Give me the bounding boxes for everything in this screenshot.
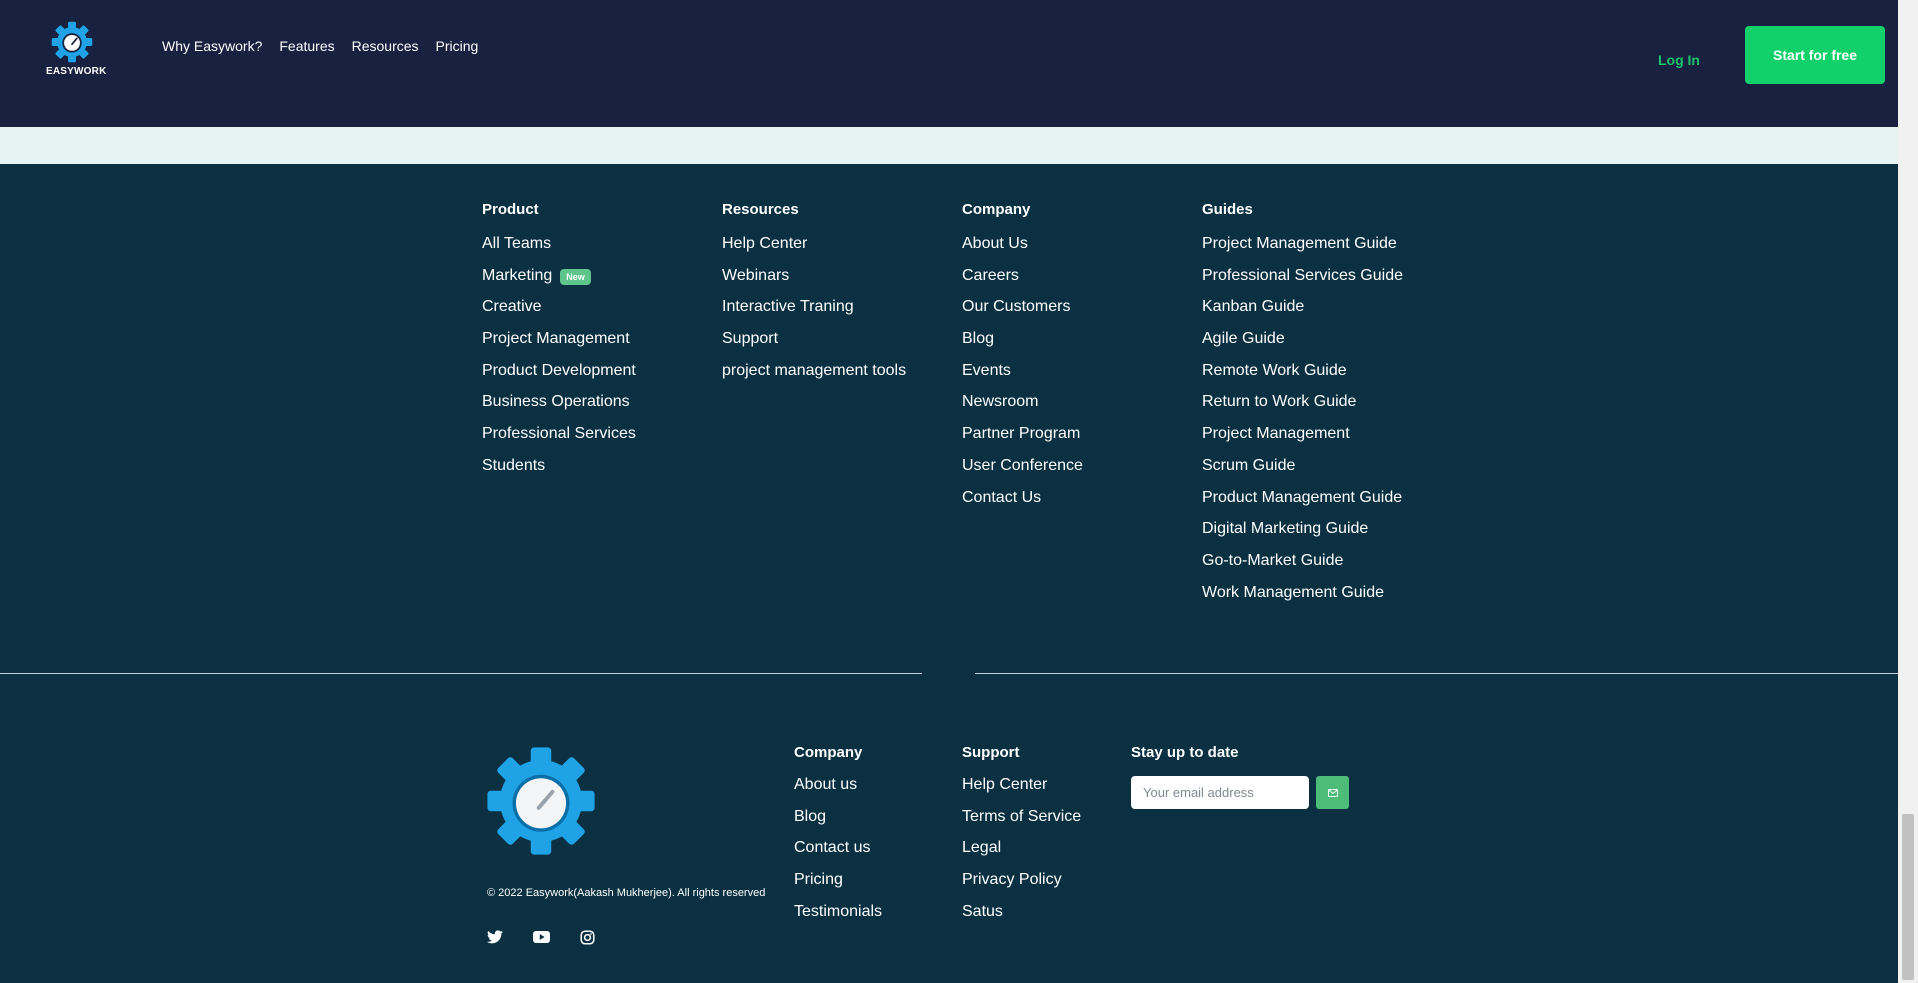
nav-link-why-easywork[interactable]: Why Easywork? (162, 38, 262, 54)
footer-link[interactable]: Privacy Policy (962, 870, 1081, 902)
footer-link[interactable]: Scrum Guide (1202, 456, 1403, 488)
footer-link[interactable]: Marketing New (482, 266, 636, 298)
start-for-free-button[interactable]: Start for free (1745, 26, 1885, 84)
column-heading: Company (794, 744, 863, 761)
footer-links: Product All Teams Marketing New Creative … (0, 164, 1898, 674)
footer-link[interactable]: Events (962, 361, 1083, 393)
footer-link[interactable]: Blog (794, 807, 882, 839)
footer-link[interactable]: Professional Services Guide (1202, 266, 1403, 298)
footer-link[interactable]: Pricing (794, 870, 882, 902)
brand-logo[interactable]: EASYWORK (46, 20, 107, 80)
footer-link[interactable]: User Conference (962, 456, 1083, 488)
footer-link[interactable]: All Teams (482, 234, 636, 266)
new-badge: New (560, 268, 591, 285)
footer-link[interactable]: Contact Us (962, 488, 1083, 520)
footer-column-resources: Resources Help Center Webinars Interacti… (722, 201, 906, 392)
footer-link[interactable]: Project Management Guide (1202, 234, 1403, 266)
instagram-icon[interactable] (578, 928, 596, 946)
footer-link[interactable]: About us (794, 775, 882, 807)
footer-link[interactable]: Work Management Guide (1202, 583, 1403, 615)
footer-link[interactable]: Support (722, 329, 906, 361)
newsletter-signup: Stay up to date (1131, 744, 1349, 809)
mail-icon (1327, 788, 1338, 797)
brand-name: EASYWORK (46, 66, 107, 77)
footer-link[interactable]: Careers (962, 266, 1083, 298)
newsletter-heading: Stay up to date (1131, 744, 1239, 761)
column-heading: Company (962, 201, 1031, 218)
footer-link[interactable]: Project Management (1202, 424, 1403, 456)
copyright-text: © 2022 Easywork(Aakash Mukherjee). All r… (487, 887, 766, 899)
social-links (486, 928, 596, 946)
youtube-icon[interactable] (532, 928, 550, 946)
footer-link[interactable]: Digital Marketing Guide (1202, 519, 1403, 551)
footer-link[interactable]: project management tools (722, 361, 906, 393)
footer-link[interactable]: Newsroom (962, 392, 1083, 424)
footer-link[interactable]: About Us (962, 234, 1083, 266)
footer-link[interactable]: Agile Guide (1202, 329, 1403, 361)
top-nav: EASYWORK Why Easywork? Features Resource… (0, 0, 1898, 127)
footer-link[interactable]: Product Management Guide (1202, 488, 1403, 520)
nav-link-features[interactable]: Features (279, 38, 334, 54)
light-band (0, 127, 1898, 164)
footer-link[interactable]: Help Center (722, 234, 906, 266)
page-scrollbar[interactable] (1898, 0, 1918, 983)
bottom-column-support: Support Help Center Terms of Service Leg… (962, 744, 1081, 933)
footer-link[interactable]: Return to Work Guide (1202, 392, 1403, 424)
nav-link-resources[interactable]: Resources (352, 38, 419, 54)
footer-link[interactable]: Students (482, 456, 636, 488)
column-heading: Support (962, 744, 1020, 761)
footer-link[interactable]: Go-to-Market Guide (1202, 551, 1403, 583)
footer-link[interactable]: Interactive Traning (722, 297, 906, 329)
footer-link[interactable]: Partner Program (962, 424, 1083, 456)
footer-link[interactable]: Professional Services (482, 424, 636, 456)
footer-link[interactable]: Blog (962, 329, 1083, 361)
footer-link[interactable]: Project Management (482, 329, 636, 361)
divider (975, 673, 1898, 674)
footer-column-product: Product All Teams Marketing New Creative … (482, 201, 636, 488)
footer-link[interactable]: Webinars (722, 266, 906, 298)
login-link[interactable]: Log In (1658, 52, 1700, 68)
twitter-icon[interactable] (486, 928, 504, 946)
footer-link[interactable]: Satus (962, 902, 1081, 934)
footer-link[interactable]: Business Operations (482, 392, 636, 424)
footer-link[interactable]: Terms of Service (962, 807, 1081, 839)
nav-links: Why Easywork? Features Resources Pricing (162, 38, 495, 54)
footer-column-guides: Guides Project Management Guide Professi… (1202, 201, 1403, 614)
footer-link[interactable]: Our Customers (962, 297, 1083, 329)
email-input[interactable] (1131, 776, 1309, 809)
footer-link[interactable]: Contact us (794, 838, 882, 870)
nav-link-pricing[interactable]: Pricing (436, 38, 479, 54)
page: EASYWORK Why Easywork? Features Resource… (0, 0, 1898, 983)
column-heading: Resources (722, 201, 799, 218)
footer-link[interactable]: Testimonials (794, 902, 882, 934)
footer-link[interactable]: Help Center (962, 775, 1081, 807)
footer-link[interactable]: Legal (962, 838, 1081, 870)
footer-link[interactable]: Kanban Guide (1202, 297, 1403, 329)
footer-link[interactable]: Product Development (482, 361, 636, 393)
footer-column-company: Company About Us Careers Our Customers B… (962, 201, 1083, 519)
column-heading: Guides (1202, 201, 1253, 218)
subscribe-button[interactable] (1316, 776, 1349, 809)
newsletter-form (1131, 776, 1349, 809)
scrollbar-thumb[interactable] (1902, 814, 1914, 980)
footer-logo[interactable] (484, 744, 598, 863)
footer-link[interactable]: Remote Work Guide (1202, 361, 1403, 393)
divider (0, 673, 922, 674)
bottom-column-company: Company About us Blog Contact us Pricing… (794, 744, 882, 933)
footer-link[interactable]: Creative (482, 297, 636, 329)
gear-logo-icon (51, 21, 93, 63)
gear-logo-icon (487, 747, 595, 855)
column-heading: Product (482, 201, 539, 218)
